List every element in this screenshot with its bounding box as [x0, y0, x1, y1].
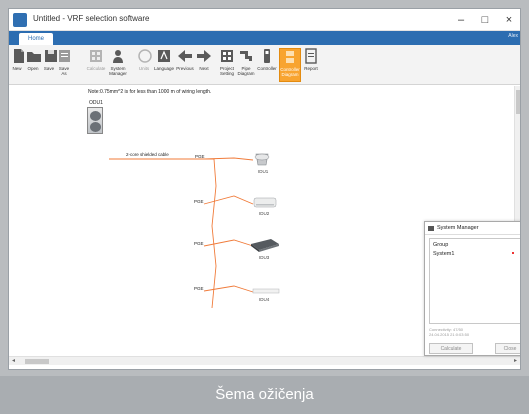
pipe-diagram-icon — [240, 51, 252, 61]
controller-icon — [264, 49, 270, 63]
close-button[interactable]: × — [498, 11, 520, 29]
trunk-cable-line — [211, 158, 217, 309]
branch-line-idu1 — [203, 157, 254, 161]
idu4-unit — [252, 288, 280, 294]
calculator-icon — [90, 50, 102, 62]
system-manager-label: System Manager — [109, 66, 127, 76]
controller-diagram-button[interactable]: Controller Diagram — [279, 48, 301, 82]
system-manager-icon — [428, 226, 434, 231]
system-manager-button[interactable]: System Manager — [107, 48, 129, 82]
open-folder-icon — [27, 52, 41, 62]
new-label: New — [12, 66, 22, 71]
branch-line-idu2 — [203, 195, 254, 205]
horizontal-scrollbar[interactable]: ◂ ▸ — [9, 356, 520, 366]
save-as-button[interactable]: Save As — [57, 48, 71, 82]
save-as-icon — [59, 50, 70, 62]
system-manager-title: System Manager — [437, 225, 479, 231]
pipe-diagram-button[interactable]: Pipe Diagram — [237, 48, 255, 82]
status-dot-icon — [512, 252, 514, 254]
user-label[interactable]: Alex — [508, 33, 518, 39]
system-manager-titlebar: System Manager × — [425, 222, 520, 235]
pge-label: PGE — [195, 154, 205, 159]
language-label: Language — [154, 66, 175, 71]
scroll-right-icon[interactable]: ▸ — [514, 357, 517, 366]
idu2-unit — [253, 197, 277, 208]
open-button[interactable]: Open — [26, 48, 41, 82]
project-setting-label: Project Setting — [219, 66, 234, 76]
branch-line-idu4 — [203, 285, 254, 293]
idu1-unit — [254, 153, 270, 166]
system-info-line: 24.04.2015 21:0:03:50 — [429, 332, 470, 337]
arrow-right-icon — [197, 50, 211, 62]
controller-label: Controller — [257, 66, 277, 71]
save-button[interactable]: Save — [43, 48, 57, 82]
language-icon — [158, 50, 170, 62]
caption-bar: Šema ožičenja — [0, 376, 529, 414]
idu3-unit — [251, 239, 279, 252]
tab-home[interactable]: Home — [19, 33, 53, 45]
save-label: Save — [43, 66, 55, 71]
idu-label: IDU4 — [259, 297, 270, 302]
calculate-label: Calculate — [86, 66, 106, 71]
vertical-scroll-thumb[interactable] — [516, 90, 520, 114]
app-window: Untitled - VRF selection software – □ × … — [8, 8, 521, 370]
controller-diagram-label: Controller Diagram — [280, 67, 300, 77]
calculate-system-button[interactable]: Calculate — [429, 343, 473, 354]
system-item[interactable]: System1 — [433, 251, 454, 257]
pge-label: PGE — [194, 286, 204, 291]
new-file-icon — [14, 49, 24, 63]
scroll-left-icon[interactable]: ◂ — [12, 357, 15, 366]
ribbon-tab-row: Home Alex — [9, 31, 520, 45]
group-header: Group — [433, 242, 449, 248]
close-system-button[interactable]: Close — [495, 343, 520, 354]
title-bar: Untitled - VRF selection software – □ × — [9, 9, 520, 31]
minimize-button[interactable]: – — [450, 11, 472, 29]
language-button[interactable]: Language — [154, 48, 174, 82]
calculate-button[interactable]: Calculate — [86, 48, 106, 82]
units-button[interactable]: Units — [137, 48, 152, 82]
system-manager-panel: System Manager × Group System1 Connectiv… — [424, 221, 520, 356]
idu-label: IDU2 — [259, 211, 270, 216]
system-manager-close-icon[interactable]: × — [519, 223, 520, 232]
controller-diagram-icon — [286, 51, 294, 63]
horizontal-scroll-thumb[interactable] — [25, 359, 49, 364]
branch-line-idu3 — [203, 239, 254, 247]
previous-button[interactable]: Previous — [176, 48, 194, 82]
report-icon — [305, 48, 317, 64]
previous-label: Previous — [176, 66, 194, 71]
arrow-left-icon — [178, 50, 192, 62]
new-button[interactable]: New — [11, 48, 24, 82]
controller-button[interactable]: Controller — [257, 48, 277, 82]
report-label: Report — [304, 66, 318, 71]
system-manager-icon — [113, 50, 123, 63]
project-setting-button[interactable]: Project Setting — [218, 48, 236, 82]
maximize-button[interactable]: □ — [474, 11, 496, 29]
ribbon-toolbar: New Open Save Save As Calculate System M… — [9, 45, 520, 85]
next-label: Next — [199, 66, 209, 71]
idu-label: IDU3 — [259, 255, 270, 260]
save-as-label: Save As — [58, 66, 70, 76]
system-info: Connectivity: 47/50 24.04.2015 21:0:03:5… — [429, 327, 469, 337]
report-button[interactable]: Report — [303, 48, 319, 82]
next-button[interactable]: Next — [196, 48, 212, 82]
app-icon — [13, 13, 27, 27]
system-tree[interactable]: Group System1 — [429, 238, 520, 324]
pge-label: PGE — [194, 199, 204, 204]
units-icon — [138, 49, 152, 63]
open-label: Open — [27, 66, 39, 71]
pge-label: PGE — [194, 241, 204, 246]
idu-label: IDU1 — [258, 169, 269, 174]
units-label: Units — [138, 66, 150, 71]
window-title: Untitled - VRF selection software — [33, 14, 150, 23]
pipe-diagram-label: Pipe Diagram — [237, 66, 255, 76]
project-setting-icon — [221, 50, 233, 62]
